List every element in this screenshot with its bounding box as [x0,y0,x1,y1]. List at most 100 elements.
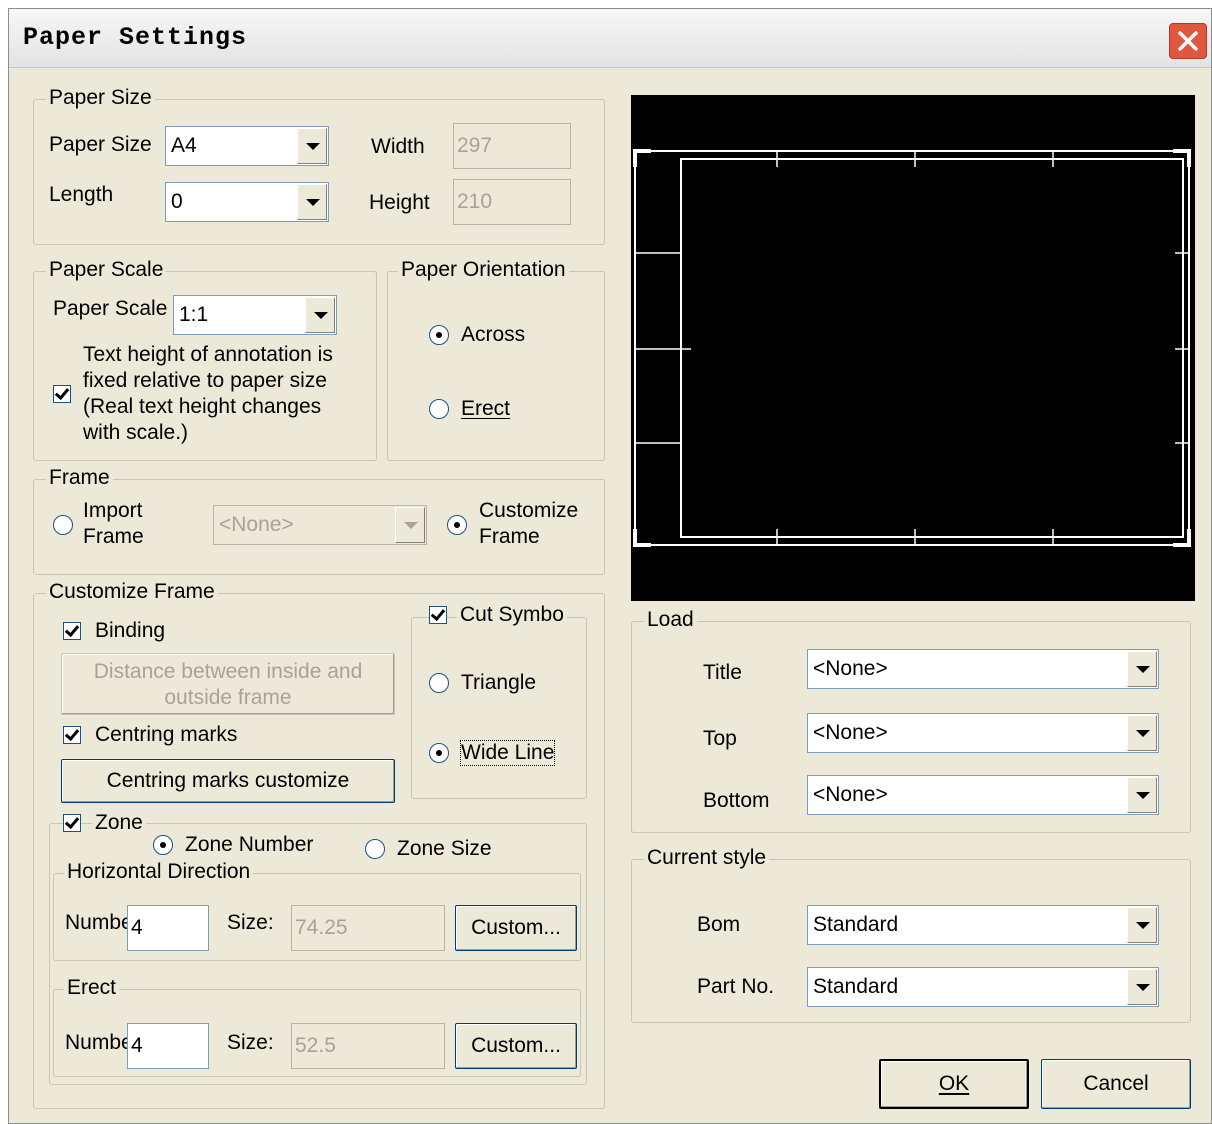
load-title-combo[interactable]: <None> [807,649,1159,689]
import-frame-radio[interactable] [53,515,73,535]
chevron-down-icon[interactable] [1127,715,1157,751]
part-no-label: Part No. [697,975,775,998]
centring-marks-customize-label: Centring marks customize [106,769,350,792]
load-bottom-value: <None> [813,783,888,806]
length-combo[interactable]: 0 [165,182,329,222]
part-no-combo[interactable]: Standard [807,967,1159,1007]
bom-combo[interactable]: Standard [807,905,1159,945]
chevron-down-icon[interactable] [305,297,335,333]
load-top-value: <None> [813,721,888,744]
chevron-down-icon[interactable] [297,184,327,220]
load-top-label: Top [703,727,737,750]
distance-button-line1: Distance between inside and [93,660,363,683]
zone-checkbox[interactable] [63,814,81,832]
erect-custom-button[interactable]: Custom... [455,1023,577,1069]
paper-size-value: A4 [171,134,197,157]
bom-value: Standard [813,913,899,936]
zone-number-radio[interactable] [153,835,173,855]
distance-frame-button[interactable]: Distance between inside and outside fram… [61,653,395,715]
customize-frame-line1[interactable]: Customize [479,499,578,523]
fixed-text-line1: Text height of annotation is [83,343,333,366]
erect-size-label: Size: [227,1031,274,1054]
binding-label[interactable]: Binding [95,619,165,643]
zone-size-label[interactable]: Zone Size [397,837,492,861]
frame-select-value: <None> [219,513,294,536]
window-title: Paper Settings [23,23,248,52]
ok-button[interactable]: OK [879,1059,1029,1109]
erect-number-value: 4 [131,1034,143,1057]
horizontal-custom-button[interactable]: Custom... [455,905,577,951]
binding-checkbox[interactable] [63,622,81,640]
cut-symbol-checkbox[interactable] [429,606,447,624]
zone-number-label[interactable]: Zone Number [185,833,313,857]
horizontal-direction-legend: Horizontal Direction [64,860,254,884]
load-bottom-label: Bottom [703,789,770,812]
paper-scale-label: Paper Scale [53,297,168,320]
load-legend: Load [644,608,697,632]
load-bottom-combo[interactable]: <None> [807,775,1159,815]
chevron-down-icon[interactable] [1127,969,1157,1005]
import-frame-line1[interactable]: Import [83,499,143,523]
horizontal-custom-label: Custom... [471,916,561,939]
wide-line-radio[interactable] [429,743,449,763]
horizontal-number-label: Numbe [65,911,133,934]
paper-size-legend: Paper Size [46,86,155,110]
cut-symbol-marks [633,149,1191,547]
horizontal-number-field[interactable]: 4 [127,905,209,951]
height-label: Height [369,191,430,214]
width-label: Width [371,135,425,158]
horizontal-size-label: Size: [227,911,274,934]
centring-marks-customize-button[interactable]: Centring marks customize [61,759,395,803]
zone-size-radio[interactable] [365,839,385,859]
triangle-radio[interactable] [429,673,449,693]
cancel-button[interactable]: Cancel [1041,1059,1191,1109]
erect-number-field[interactable]: 4 [127,1023,209,1069]
across-radio[interactable] [429,325,449,345]
current-style-legend: Current style [644,846,770,870]
paper-size-combo[interactable]: A4 [165,126,329,166]
erect-radio[interactable] [429,399,449,419]
erect-label[interactable]: Erect [461,397,510,421]
horizontal-size-value: 74.25 [295,916,348,939]
frame-legend: Frame [46,466,113,490]
paper-scale-legend: Paper Scale [46,258,167,282]
customize-frame-line2[interactable]: Frame [479,525,540,549]
height-value: 210 [457,190,493,213]
wide-line-label[interactable]: Wide Line [459,740,556,766]
horizontal-number-value: 4 [131,916,143,939]
frame-select-combo[interactable]: <None> [213,505,427,545]
title-bar[interactable]: Paper Settings [9,9,1211,68]
length-value: 0 [171,190,183,213]
customize-frame-radio[interactable] [447,515,467,535]
close-button[interactable] [1169,23,1207,59]
fixed-text-line4: with scale.) [83,421,189,444]
centring-marks-label[interactable]: Centring marks [95,723,237,747]
paper-orientation-group: Paper Orientation [387,258,605,461]
chevron-down-icon[interactable] [297,128,327,164]
zone-legend[interactable]: Zone [92,811,146,835]
chevron-down-icon[interactable] [395,507,425,543]
import-frame-line2[interactable]: Frame [83,525,144,549]
load-title-value: <None> [813,657,888,680]
erect-number-label: Numbe [65,1031,133,1054]
across-label[interactable]: Across [461,323,525,347]
chevron-down-icon[interactable] [1127,907,1157,943]
cut-symbol-legend[interactable]: Cut Symbo [457,603,567,627]
erect-size-field[interactable]: 52.5 [291,1023,445,1069]
fixed-text-height-checkbox[interactable] [53,385,71,403]
chevron-down-icon[interactable] [1127,651,1157,687]
load-top-combo[interactable]: <None> [807,713,1159,753]
horizontal-size-field[interactable]: 74.25 [291,905,445,951]
paper-scale-combo[interactable]: 1:1 [173,295,337,335]
height-field[interactable]: 210 [453,179,571,225]
inner-frame [680,158,1184,538]
paper-orientation-legend: Paper Orientation [398,258,569,282]
triangle-label[interactable]: Triangle [461,671,536,695]
chevron-down-icon[interactable] [1127,777,1157,813]
centring-marks-checkbox[interactable] [63,726,81,744]
bom-label: Bom [697,913,741,936]
width-field[interactable]: 297 [453,123,571,169]
cancel-label: Cancel [1083,1072,1149,1095]
length-label: Length [49,183,114,206]
ok-label: OK [938,1072,970,1095]
